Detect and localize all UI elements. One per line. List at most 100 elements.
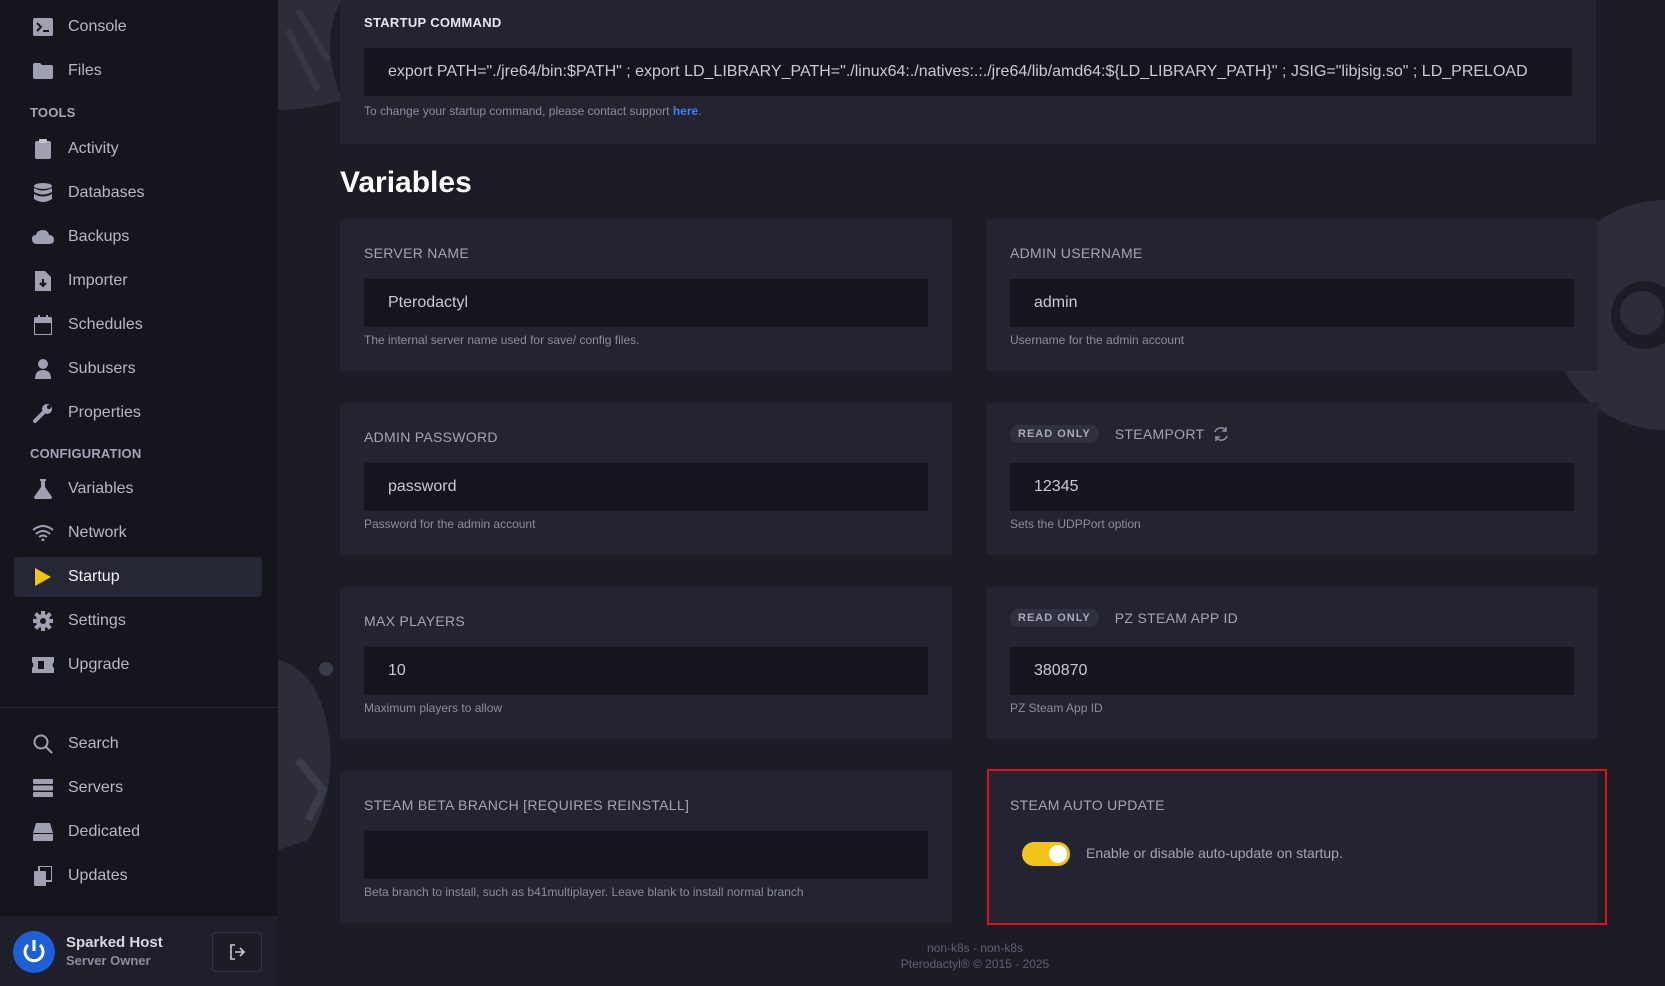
read-only-badge: READ ONLY	[1010, 609, 1099, 627]
sidebar-item-label: Upgrade	[68, 656, 130, 673]
server-name-input[interactable]: Pterodactyl	[364, 279, 928, 327]
sidebar-divider	[0, 707, 278, 708]
variable-card-steam-beta-branch: STEAM BETA BRANCH [REQUIRES REINSTALL] B…	[340, 771, 952, 923]
variable-help: Sets the UDPPort option	[1010, 517, 1141, 531]
copy-icon	[32, 865, 54, 887]
sidebar-item-label: Dedicated	[68, 823, 141, 840]
sidebar-item-label: Files	[68, 62, 102, 79]
sidebar-item-settings[interactable]: Settings	[14, 601, 262, 641]
gear-icon	[32, 610, 54, 632]
sidebar-item-subusers[interactable]: Subusers	[14, 349, 262, 389]
variable-card-admin-password: ADMIN PASSWORD password Password for the…	[340, 403, 952, 555]
admin-username-input[interactable]: admin	[1010, 279, 1574, 327]
variable-label: ADMIN USERNAME	[1010, 245, 1143, 261]
sidebar-item-variables[interactable]: Variables	[14, 469, 262, 509]
terminal-icon	[32, 16, 54, 38]
support-link[interactable]: here	[673, 104, 698, 118]
database-icon	[32, 182, 54, 204]
sidebar-item-label: Network	[68, 524, 127, 541]
variable-label: SERVER NAME	[364, 245, 469, 261]
steamport-input[interactable]: 12345	[1010, 463, 1574, 511]
variable-label: ADMIN PASSWORD	[364, 429, 498, 445]
file-import-icon	[32, 270, 54, 292]
sidebar-item-label: Databases	[68, 184, 145, 201]
variable-label: MAX PLAYERS	[364, 613, 466, 629]
search-icon	[32, 733, 54, 755]
sidebar-item-console[interactable]: Console	[14, 7, 262, 47]
variable-label: PZ STEAM APP ID	[1114, 610, 1239, 626]
user-name: Sparked Host	[66, 934, 163, 951]
sidebar-item-activity[interactable]: Activity	[14, 129, 262, 169]
sidebar-item-network[interactable]: Network	[14, 513, 262, 553]
user-role: Server Owner	[66, 953, 151, 968]
startup-command-label: STARTUP COMMAND	[364, 15, 502, 30]
sidebar-item-properties[interactable]: Properties	[14, 393, 262, 433]
ticket-icon	[32, 654, 54, 676]
footer-line-2: Pterodactyl® © 2015 - 2025	[900, 957, 1050, 971]
variable-help: PZ Steam App ID	[1010, 701, 1103, 715]
variable-label: STEAMPORT	[1114, 426, 1205, 442]
sidebar-item-files[interactable]: Files	[14, 51, 262, 91]
sidebar-item-label: Variables	[68, 480, 134, 497]
sidebar-item-label: Updates	[68, 867, 128, 884]
background-decoration	[278, 0, 342, 110]
steam-beta-branch-input[interactable]	[364, 831, 928, 879]
footer-line-1: non-k8s - non-k8s	[926, 941, 1024, 955]
wrench-icon	[32, 402, 54, 424]
read-only-badge: READ ONLY	[1010, 425, 1099, 443]
sidebar-item-label: Startup	[68, 568, 120, 585]
variable-card-steamport: READ ONLY STEAMPORT 12345 Sets the UDPPo…	[986, 403, 1598, 555]
play-icon	[32, 566, 54, 588]
logout-button[interactable]	[212, 932, 262, 972]
refresh-icon[interactable]	[1213, 426, 1229, 442]
flask-icon	[32, 478, 54, 500]
sidebar-item-upgrade[interactable]: Upgrade	[14, 645, 262, 685]
folder-icon	[32, 60, 54, 82]
avatar	[13, 931, 55, 973]
sidebar: Console Files TOOLS Activity Databases B…	[0, 0, 278, 986]
sidebar-item-backups[interactable]: Backups	[14, 217, 262, 257]
variable-help: Beta branch to install, such as b41multi…	[364, 885, 804, 899]
variable-card-admin-username: ADMIN USERNAME admin Username for the ad…	[986, 219, 1598, 371]
variable-help: Username for the admin account	[1010, 333, 1185, 347]
sidebar-item-databases[interactable]: Databases	[14, 173, 262, 213]
startup-command-field[interactable]: export PATH="./jre64/bin:$PATH" ; export…	[364, 48, 1572, 96]
admin-password-input[interactable]: password	[364, 463, 928, 511]
variable-card-max-players: MAX PLAYERS 10 Maximum players to allow	[340, 587, 952, 739]
variable-label-row: READ ONLY PZ STEAM APP ID	[1010, 609, 1238, 627]
user-box: Sparked Host Server Owner	[0, 916, 278, 986]
sidebar-item-label: Activity	[68, 140, 119, 157]
variable-help: The internal server name used for save/ …	[364, 333, 640, 347]
configuration-section-title: CONFIGURATION	[30, 446, 142, 461]
clipboard-icon	[32, 138, 54, 160]
variable-card-pz-steam-app-id: READ ONLY PZ STEAM APP ID 380870 PZ Stea…	[986, 587, 1598, 739]
variable-label-row: READ ONLY STEAMPORT	[1010, 425, 1229, 443]
sidebar-item-dedicated[interactable]: Dedicated	[14, 812, 262, 852]
sidebar-item-label: Backups	[68, 228, 130, 245]
background-decoration	[278, 660, 333, 850]
startup-help-text: To change your startup command, please c…	[364, 104, 702, 118]
wifi-icon	[32, 522, 54, 544]
page-title: Variables	[340, 166, 472, 199]
hdd-icon	[32, 821, 54, 843]
variable-label: STEAM BETA BRANCH [REQUIRES REINSTALL]	[364, 797, 690, 813]
sidebar-item-label: Console	[68, 18, 127, 35]
sidebar-item-label: Schedules	[68, 316, 143, 333]
sidebar-item-schedules[interactable]: Schedules	[14, 305, 262, 345]
sidebar-item-servers[interactable]: Servers	[14, 768, 262, 808]
sidebar-item-label: Importer	[68, 272, 128, 289]
server-icon	[32, 777, 54, 799]
sidebar-item-label: Servers	[68, 779, 124, 796]
max-players-input[interactable]: 10	[364, 647, 928, 695]
logout-icon	[230, 944, 245, 960]
sidebar-item-search[interactable]: Search	[14, 724, 262, 764]
startup-help-prefix: To change your startup command, please c…	[364, 104, 673, 118]
sidebar-item-updates[interactable]: Updates	[14, 856, 262, 896]
sidebar-item-label: Settings	[68, 612, 126, 629]
variable-card-server-name: SERVER NAME Pterodactyl The internal ser…	[340, 219, 952, 371]
sidebar-item-startup[interactable]: Startup	[14, 557, 262, 597]
sidebar-item-importer[interactable]: Importer	[14, 261, 262, 301]
variable-help: Maximum players to allow	[364, 701, 503, 715]
pz-steam-app-id-input[interactable]: 380870	[1010, 647, 1574, 695]
variable-help: Password for the admin account	[364, 517, 536, 531]
